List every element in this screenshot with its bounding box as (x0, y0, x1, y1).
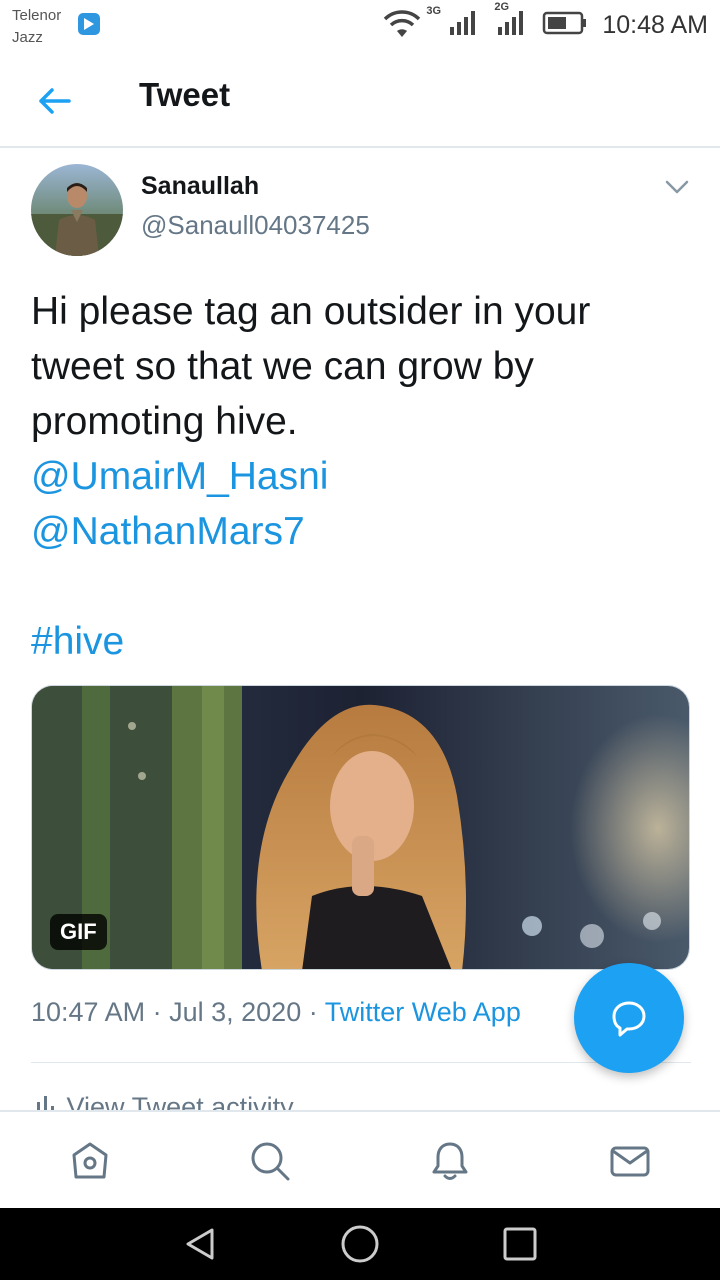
arrow-left-icon (39, 88, 71, 114)
reply-bubble-icon (612, 1001, 646, 1037)
tab-notifications[interactable] (425, 1136, 475, 1186)
tweet-date: Jul 3, 2020 (169, 997, 302, 1027)
bar-chart-icon (35, 1092, 59, 1110)
avatar[interactable] (31, 164, 123, 256)
tab-search[interactable] (245, 1136, 295, 1186)
play-store-icon (78, 13, 100, 35)
status-icons: 3G 2G 10:48 AM (382, 1, 708, 42)
tweet-meta: 10:47 AM · Jul 3, 2020 · Twitter Web App (31, 997, 521, 1028)
carrier-label: Telenor Jazz (12, 5, 61, 49)
home-icon (72, 1142, 108, 1179)
author-name[interactable]: Sanaullah (141, 172, 259, 201)
author-handle[interactable]: @Sanaull04037425 (141, 210, 370, 241)
status-time: 10:48 AM (602, 10, 708, 39)
tab-messages[interactable] (605, 1136, 655, 1186)
search-icon (251, 1142, 290, 1181)
tab-home[interactable] (65, 1136, 115, 1186)
tweet-text-line: Hi please tag an outsider in your (31, 290, 591, 333)
view-activity-label: View Tweet activity (66, 1092, 294, 1110)
network-label-3g: 3G (426, 5, 442, 17)
triangle-back-icon (186, 1228, 214, 1260)
system-home-button[interactable] (340, 1224, 380, 1264)
signal-icon-1 (448, 9, 476, 42)
reply-fab-button[interactable] (574, 963, 684, 1073)
page-title: Tweet (139, 76, 231, 113)
network-label-2g: 2G (494, 0, 510, 13)
bottom-tab-bar (0, 1110, 720, 1208)
back-button[interactable] (30, 77, 78, 125)
meta-separator: · (308, 997, 318, 1027)
battery-icon (542, 10, 588, 41)
tweet-time: 10:47 AM (31, 997, 146, 1027)
tweet-text: Hi please tag an outsider in your tweet … (31, 284, 691, 669)
wifi-icon: 3G (382, 5, 441, 41)
tweet-text-line: tweet so that we can grow by (31, 345, 534, 388)
mention-link[interactable]: @UmairM_Hasni (31, 449, 691, 504)
tweet-source-link[interactable]: Twitter Web App (325, 997, 521, 1027)
divider (31, 1062, 691, 1063)
carrier-line-2: Jazz (12, 29, 43, 46)
system-back-button[interactable] (180, 1224, 220, 1264)
signal-icon-2: 2G (494, 1, 524, 42)
meta-separator: · (152, 997, 162, 1027)
mail-icon (610, 1146, 650, 1177)
mention-link[interactable]: @NathanMars7 (31, 504, 691, 559)
view-activity-link[interactable]: View Tweet activity (35, 1092, 294, 1110)
gif-media[interactable]: GIF (31, 685, 690, 970)
tweet-text-line: promoting hive. (31, 400, 298, 443)
system-recents-button[interactable] (500, 1224, 540, 1264)
chevron-down-icon (665, 180, 689, 194)
system-navigation-bar (0, 1208, 720, 1280)
bell-icon (432, 1142, 468, 1180)
app-header: Tweet (0, 52, 720, 148)
hashtag-link[interactable]: #hive (31, 614, 691, 669)
status-bar: Telenor Jazz 3G 2G 10:48 AM (0, 0, 720, 52)
carrier-line-1: Telenor (12, 7, 62, 24)
tweet-options-button[interactable] (660, 170, 694, 204)
square-recents-icon (503, 1227, 537, 1261)
gif-badge: GIF (50, 914, 107, 950)
circle-home-icon (341, 1225, 379, 1263)
text-spacer (31, 559, 691, 614)
